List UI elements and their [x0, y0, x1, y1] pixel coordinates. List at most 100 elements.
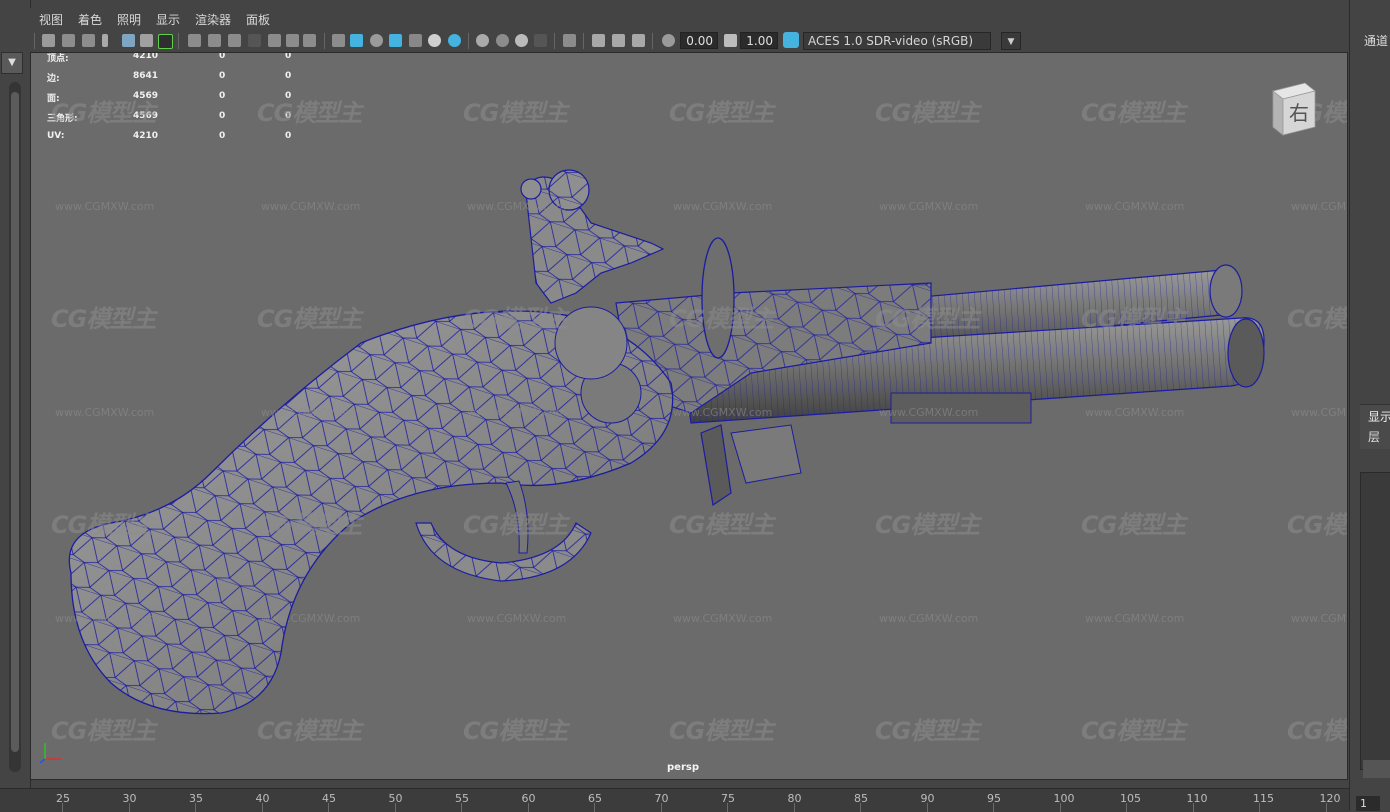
resolution-gate-icon[interactable]	[228, 34, 241, 47]
gate-mask-icon[interactable]	[248, 34, 261, 47]
timeline-tick-label: 110	[1186, 792, 1208, 805]
watermark-url: www.CGMXW.com	[1291, 200, 1347, 213]
layer-list[interactable]	[1360, 472, 1390, 770]
default-material-icon[interactable]	[370, 34, 383, 47]
watermark-logo: CG模型主	[257, 99, 362, 127]
grid-toggle-icon[interactable]	[158, 34, 173, 49]
panel-menubar: 视图 着色 照明 显示 渲染器 面板	[30, 8, 1348, 30]
gamma-icon[interactable]	[724, 34, 737, 47]
toolbar-divider	[34, 33, 35, 49]
bookmarks-icon[interactable]	[82, 34, 95, 47]
watermark-url: www.CGMXW.com	[1291, 406, 1347, 419]
layer-scrollbar[interactable]	[1363, 760, 1390, 778]
camera-attributes-icon[interactable]	[62, 34, 75, 47]
timeline-tick-label: 120	[1319, 792, 1341, 805]
watermark-logo: CG模型主	[1081, 717, 1186, 745]
menu-panels[interactable]: 面板	[246, 11, 270, 28]
hud-label: 边:	[47, 74, 60, 84]
watermark-url: www.CGMXW.com	[467, 406, 567, 419]
exposure-icon[interactable]	[662, 34, 675, 47]
axis-gizmo	[39, 743, 61, 764]
viewcube-face-label: 右	[1289, 101, 1309, 125]
chevron-down-icon[interactable]: ▼	[1, 52, 23, 74]
toolbar-divider	[468, 33, 469, 49]
isolate-select-icon[interactable]	[563, 34, 576, 47]
xray-icon[interactable]	[592, 34, 605, 47]
grid-icon[interactable]	[188, 34, 201, 47]
watermark-logo: CG模型主	[1081, 511, 1186, 539]
timeline-tick-label: 55	[455, 792, 469, 805]
view-transform-icon[interactable]	[783, 32, 799, 48]
watermark-logo: CG模型主	[1081, 305, 1186, 333]
hud-value: 0	[219, 91, 226, 101]
current-frame-field[interactable]: 1	[1356, 796, 1380, 811]
xray-active-components-icon[interactable]	[612, 34, 625, 47]
channels-menu[interactable]: 通道	[1364, 32, 1388, 49]
hud-value: 8641	[133, 71, 159, 81]
depth-of-field-icon[interactable]	[534, 34, 547, 47]
watermark-logo: CG模型主	[257, 717, 362, 745]
watermark-url: www.CGMXW.com	[1085, 406, 1185, 419]
motion-blur-icon[interactable]	[496, 34, 509, 47]
watermark-logo: CG模型主	[51, 99, 156, 127]
film-gate-icon[interactable]	[208, 34, 221, 47]
image-plane-icon[interactable]	[102, 34, 108, 47]
camera-select-icon[interactable]	[42, 34, 55, 47]
hud-value: 0	[219, 71, 226, 81]
color-space-select[interactable]: ACES 1.0 SDR-video (sRGB)	[803, 32, 991, 50]
toolbar-divider	[324, 33, 325, 49]
wireframe-icon[interactable]	[332, 34, 345, 47]
timeline-tick-label: 25	[56, 792, 70, 805]
watermark-url: www.CGMXW.com	[55, 406, 155, 419]
menu-show[interactable]: 显示	[156, 11, 180, 28]
grease-pencil-icon[interactable]	[140, 34, 153, 47]
screen-space-ao-icon[interactable]	[476, 34, 489, 47]
timeline-tick-label: 95	[987, 792, 1001, 805]
watermark-logo: CG模型主	[669, 717, 774, 745]
watermark-logo: CG模型主	[51, 305, 156, 333]
hud-value: 4210	[133, 131, 159, 141]
hud-value: 0	[219, 131, 226, 141]
shadows-icon[interactable]	[448, 34, 461, 47]
safe-action-icon[interactable]	[286, 34, 299, 47]
toolbar-divider	[583, 33, 584, 49]
safe-title-icon[interactable]	[303, 34, 316, 47]
lights-icon[interactable]	[428, 34, 441, 47]
timeline-tick-label: 45	[322, 792, 336, 805]
textured-icon[interactable]	[409, 34, 422, 47]
field-chart-icon[interactable]	[268, 34, 281, 47]
watermark-logo: CG模型主	[875, 305, 980, 333]
smooth-shade-icon[interactable]	[350, 34, 363, 47]
menu-view[interactable]: 视图	[39, 11, 63, 28]
chevron-down-icon[interactable]: ▼	[1001, 32, 1021, 50]
watermark-logo: CG模型主	[257, 511, 362, 539]
timeline-tick-label: 90	[920, 792, 935, 805]
timeline-tick-label: 30	[122, 792, 137, 805]
timeline-tick-label: 40	[255, 792, 270, 805]
anti-aliasing-icon[interactable]	[515, 34, 528, 47]
gamma-field[interactable]: 1.00	[740, 32, 778, 49]
wireframe-on-shaded-icon[interactable]	[389, 34, 402, 47]
two-d-pan-zoom-icon[interactable]	[122, 34, 135, 47]
xray-joints-icon[interactable]	[632, 34, 645, 47]
viewport-persp[interactable]: 顶点: 4210 0 0 边: 8641 0 0 面: 4569 0 0 三角形…	[30, 52, 1348, 780]
menu-shading[interactable]: 着色	[78, 11, 102, 28]
timeline-tick-label: 115	[1253, 792, 1274, 805]
layer-menu[interactable]: 层	[1368, 428, 1380, 445]
hud-row-vertices: 顶点: 4210 0 0	[47, 53, 307, 65]
display-tab[interactable]: 显示	[1368, 408, 1390, 425]
watermark-url: www.CGMXW.com	[879, 612, 979, 625]
menu-lighting[interactable]: 照明	[117, 11, 141, 28]
time-slider[interactable]: 25 30 35 40 45 50 55 60 65 70 75 80 85 90 95 100 105 110 1…	[0, 788, 1349, 812]
left-scrollbar-thumb[interactable]	[11, 92, 19, 752]
watermark-url: www.CGMXW.com	[467, 612, 567, 625]
hud-row-uvs: UV: 4210 0 0	[47, 131, 307, 145]
menu-renderer[interactable]: 渲染器	[195, 11, 231, 28]
watermark-logo: CG模型主	[1287, 511, 1347, 539]
timeline-tick-label: 105	[1120, 792, 1141, 805]
toolbar-divider	[652, 33, 653, 49]
exposure-field[interactable]: 0.00	[680, 32, 718, 49]
hud-value: 0	[285, 131, 292, 141]
watermark-url: www.CGMXW.com	[261, 406, 361, 419]
timeline-tick-label: 60	[521, 792, 536, 805]
